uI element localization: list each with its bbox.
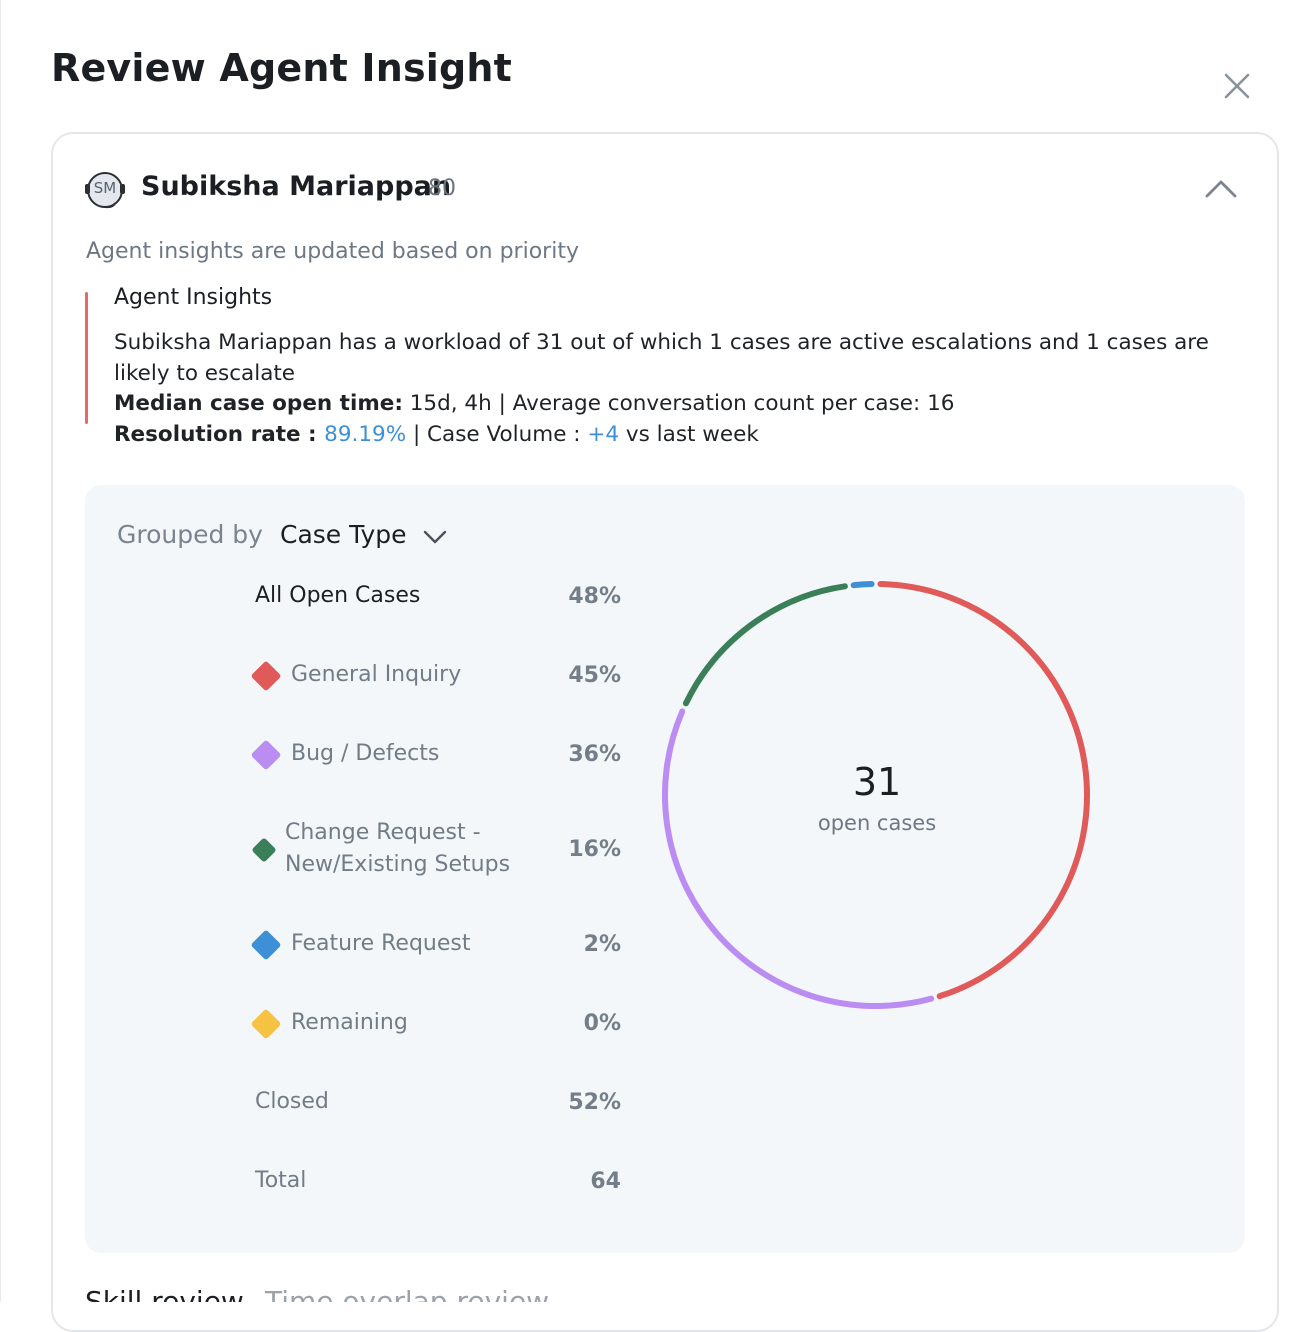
legend-label: All Open Cases — [255, 583, 421, 608]
legend-label: Bug / Defects — [291, 741, 440, 766]
diamond-icon — [250, 739, 282, 771]
legend-pct: 52% — [568, 1090, 621, 1115]
donut-slice-change-request-new-existing-setups[interactable] — [682, 583, 848, 707]
agent-score: 80 — [428, 176, 456, 201]
volume-label: | Case Volume : — [406, 422, 588, 447]
donut-slice-feature-request[interactable] — [850, 581, 875, 589]
legend-label-line2: New/Existing Setups — [285, 852, 511, 877]
diamond-icon — [250, 660, 282, 692]
donut-center-value: 31 — [852, 760, 902, 804]
legend-label: Change Request - — [285, 820, 481, 845]
insight-summary: Subiksha Mariappan has a workload of 31 … — [114, 330, 1209, 386]
close-icon[interactable] — [1217, 66, 1257, 106]
volume-value: +4 — [587, 422, 620, 447]
tab-time-overlap-review[interactable]: Time overlap review — [265, 1282, 549, 1302]
resolution-label: Resolution rate : — [114, 422, 325, 447]
donut-slice-bug-defects[interactable] — [662, 708, 935, 1009]
legend-row-change-request[interactable]: Change Request - New/Existing Setups 16% — [251, 817, 621, 883]
agent-avatar: SM — [85, 170, 125, 210]
legend-pct: 2% — [583, 932, 621, 957]
legend-label: General Inquiry — [291, 662, 462, 687]
chevron-down-icon[interactable] — [421, 524, 449, 550]
grouped-by-select[interactable]: Case Type — [280, 520, 407, 549]
grouped-by-label: Grouped by — [117, 520, 263, 549]
legend-pct: 16% — [568, 837, 621, 862]
agent-name: Subiksha Mariappan — [141, 171, 452, 202]
diamond-icon — [251, 837, 277, 863]
median-label: Median case open time: — [114, 391, 403, 416]
diamond-icon — [250, 929, 282, 961]
median-line: Median case open time: 15d, 4h | Average… — [114, 391, 954, 416]
legend-row-closed: Closed 52% — [251, 1086, 621, 1120]
review-tabs: Skill review Time overlap review — [85, 1282, 685, 1302]
legend-label: Remaining — [291, 1010, 408, 1035]
legend-pct: 0% — [583, 1011, 621, 1036]
resolution-line: Resolution rate : 89.19% | Case Volume :… — [114, 422, 759, 447]
diamond-icon — [250, 1008, 282, 1040]
legend-row-bug-defects[interactable]: Bug / Defects 36% — [250, 738, 621, 772]
avatar-initials: SM — [93, 179, 117, 197]
tab-skill-review[interactable]: Skill review — [85, 1282, 244, 1302]
legend-pct: 45% — [568, 663, 621, 688]
legend-row-total: Total 64 — [251, 1165, 621, 1199]
insight-accent-bar — [85, 292, 88, 424]
median-value: 15d, 4h | Average conversation count per… — [402, 391, 955, 416]
legend-pct: 48% — [568, 584, 621, 609]
insights-subtitle: Agent insights are updated based on prio… — [86, 239, 579, 264]
legend-row-general-inquiry[interactable]: General Inquiry 45% — [250, 659, 621, 693]
legend-label: Closed — [255, 1089, 329, 1114]
legend-pct: 36% — [568, 742, 621, 767]
legend-pct: 64 — [590, 1169, 621, 1194]
legend-label: Total — [255, 1168, 307, 1193]
review-agent-insight-modal: Review Agent Insight SM Subiksha Mariapp… — [0, 0, 1298, 1332]
chevron-up-icon[interactable] — [1201, 170, 1241, 206]
legend-label: Feature Request — [291, 931, 471, 956]
modal-title: Review Agent Insight — [51, 46, 513, 90]
legend-row-remaining[interactable]: Remaining 0% — [250, 1007, 621, 1041]
volume-suffix: vs last week — [619, 422, 759, 447]
legend-row-feature-request[interactable]: Feature Request 2% — [250, 928, 621, 962]
insight-heading: Agent Insights — [114, 285, 273, 310]
legend-row-all-open: All Open Cases 48% — [251, 580, 621, 614]
donut-center-label: open cases — [817, 811, 937, 835]
resolution-value: 89.19% — [324, 422, 407, 447]
